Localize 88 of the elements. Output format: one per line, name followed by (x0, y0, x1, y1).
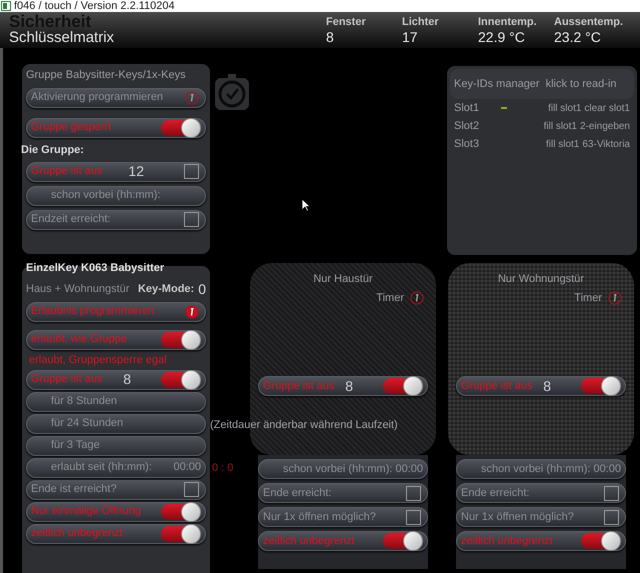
section-label: erlaubt, Gruppensperre egal (28, 352, 168, 368)
info-icon (410, 290, 424, 305)
time-value: 00:00 (173, 460, 201, 476)
panel-title: Key-IDs manager (454, 76, 540, 92)
key-mode-label: Key-Mode: (138, 282, 194, 297)
stat-label: Lichter (402, 16, 440, 28)
stat-value: 22.9 °C (478, 28, 526, 46)
toggle-switch[interactable] (161, 526, 199, 542)
duration-button[interactable]: für 24 Stunden (26, 414, 206, 434)
duration-button[interactable]: für 3 Tage (26, 436, 206, 456)
stat-label: Innentemp. (478, 16, 538, 28)
toggle-label: Gruppe ist aus (263, 378, 336, 394)
window-title: f046 / touch / Version 2.2.110204 (14, 0, 175, 12)
checkbox-label: Endzeit erreicht: (31, 212, 112, 228)
toggle-label: Gruppe ist aus (461, 378, 534, 394)
count-value: 8 (123, 370, 131, 389)
time-label: schon vorbei (hh:mm): (51, 188, 162, 204)
checkbox[interactable] (406, 486, 421, 500)
slot-value: clear slot1 (584, 102, 630, 116)
time-value: 00:00 (395, 462, 423, 477)
toggle-switch[interactable] (161, 504, 199, 520)
count-value: 8 (543, 376, 551, 396)
page-subtitle: Schlüsselmatrix (9, 30, 116, 46)
stat-value: 23.2 °C (554, 28, 602, 46)
key-mode-value: 0 (198, 280, 206, 298)
checkbox[interactable] (184, 482, 199, 497)
checkbox[interactable] (604, 510, 619, 524)
toggle-switch[interactable] (581, 533, 619, 549)
checkbox-label: Nur 1x öffnen möglich? (263, 510, 377, 525)
button-label: Aktivierung programmieren (31, 90, 164, 106)
slot-label: Slot2 (454, 118, 480, 134)
toggle-switch[interactable] (161, 120, 199, 136)
count-value: 8 (345, 376, 353, 396)
button-label: Erlaubnis programmieren (31, 304, 154, 320)
panel-title: Gruppe Babysitter-Keys/1x-Keys (26, 68, 187, 83)
info-icon (608, 290, 622, 305)
toggle-label: Gruppe ist aus (31, 372, 104, 388)
checkbox[interactable] (406, 510, 421, 524)
program-button[interactable]: Aktivierung programmieren (26, 88, 206, 108)
time-value: 00:00 (593, 462, 621, 477)
panel-title: EinzelKey K063 Babysitter (26, 261, 166, 276)
checkbox-label: Nur 1x öffnen möglich? (461, 510, 575, 525)
checkbox-label: Ende erreicht: (263, 486, 332, 501)
time-label: erlaubt seit (hh:mm): (51, 460, 153, 476)
note-text: (Zeitdauer änderbar während Laufzeit) (210, 418, 398, 432)
elapsed-value: 0 : 0 (212, 460, 234, 476)
checkbox[interactable] (184, 164, 199, 179)
timer-label: Timer (574, 290, 602, 306)
stat-value: 8 (326, 28, 335, 46)
checkbox-label: Ende erreicht: (461, 486, 530, 501)
toggle-switch[interactable] (383, 378, 421, 394)
toggle-label: Gruppe gesperrt (31, 120, 112, 136)
toggle-label: zeitlich unbegrenzt (461, 534, 554, 549)
fill-slot-link[interactable]: fill slot1 (548, 100, 582, 116)
timer-label: Timer (376, 290, 404, 306)
fill-slot-link[interactable]: fill slot1 (544, 118, 577, 134)
count-value: 12 (128, 162, 144, 181)
stat-value: 17 (402, 28, 419, 46)
duration-button[interactable]: für 8 Stunden (26, 392, 206, 412)
read-in-link[interactable]: klick to read-in (546, 76, 617, 92)
stat-label: Fenster (326, 16, 367, 28)
time-label: schon vorbei (hh:mm): (481, 462, 592, 477)
toggle-label: zeitlich unbegrenzt (263, 534, 356, 549)
toggle-label: zeitlich unbegrenzt (31, 526, 124, 542)
slot-value: 2-eingeben (580, 120, 630, 134)
checkbox[interactable] (184, 212, 199, 227)
toggle-switch[interactable] (383, 533, 421, 549)
fill-slot-link[interactable]: fill slot1 (546, 136, 580, 152)
toggle-switch[interactable] (161, 372, 199, 388)
stopwatch-icon (214, 73, 250, 111)
door-title: Nur Wohnungstür (496, 272, 585, 287)
mouse-cursor-icon (301, 198, 311, 212)
toggle-switch[interactable] (581, 378, 619, 394)
panel-subtitle: Haus + Wohnungstür (26, 282, 130, 297)
section-label: Die Gruppe: (20, 142, 85, 158)
toggle-label: Nur einmalige Öffnung (31, 504, 142, 520)
stat-label: Aussentemp. (554, 16, 624, 28)
checkbox[interactable] (604, 486, 619, 500)
checkbox-label: Gruppe ist aus (31, 164, 104, 180)
key-ids-header[interactable]: Key-IDs manager klick to read-in (450, 69, 634, 99)
slot-label: Slot3 (454, 136, 480, 152)
toggle-label: erlaubt, wie Gruppe (31, 332, 128, 348)
checkbox-label: Ende ist erreicht? (31, 482, 118, 498)
time-label: schon vorbei (hh:mm): (283, 462, 394, 477)
slot-value: 63-Viktoria (582, 138, 630, 152)
toggle-switch[interactable] (161, 332, 199, 348)
door-title: Nur Haustür (312, 272, 374, 287)
slot-label: Slot1 (454, 100, 480, 116)
